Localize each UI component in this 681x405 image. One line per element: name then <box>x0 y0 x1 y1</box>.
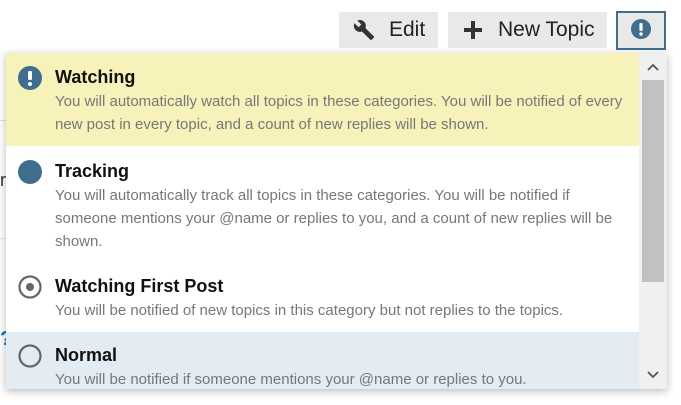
plus-icon <box>462 19 484 41</box>
option-description: You will be notified of new topics in th… <box>55 302 564 319</box>
empty-circle-icon <box>18 344 42 368</box>
option-watching[interactable]: Watching You will automatically watch al… <box>6 53 639 146</box>
option-watching-first-post[interactable]: Watching First Post You will be notified… <box>6 261 639 332</box>
option-title: Tracking <box>55 161 130 181</box>
option-tracking[interactable]: Tracking You will automatically track al… <box>6 146 639 261</box>
notification-options-list: Watching You will automatically watch al… <box>6 53 639 389</box>
dot-circle-icon <box>18 275 42 299</box>
option-title: Watching <box>55 67 136 87</box>
option-normal[interactable]: Normal You will be notified if someone m… <box>6 332 639 389</box>
dropdown-scrollbar[interactable] <box>639 53 667 389</box>
scroll-up-arrow-icon[interactable] <box>639 55 667 79</box>
exclamation-circle-icon <box>18 66 42 90</box>
option-description: You will be notified if someone mentions… <box>55 371 527 388</box>
scroll-down-arrow-icon[interactable] <box>639 363 667 387</box>
new-topic-button[interactable]: New Topic <box>448 12 607 48</box>
option-title: Watching First Post <box>55 276 224 296</box>
edit-button[interactable]: Edit <box>339 12 438 48</box>
new-topic-button-label: New Topic <box>498 18 595 41</box>
notification-level-button[interactable] <box>616 11 666 50</box>
option-description: You will automatically watch all topics … <box>55 93 623 133</box>
wrench-icon <box>353 19 375 41</box>
scrollbar-thumb[interactable] <box>642 80 664 282</box>
filled-circle-icon <box>18 160 42 184</box>
notification-level-dropdown: Watching You will automatically watch al… <box>6 53 667 389</box>
option-description: You will automatically track all topics … <box>55 187 613 250</box>
option-title: Normal <box>55 345 118 365</box>
edit-button-label: Edit <box>389 18 426 41</box>
exclamation-circle-icon <box>631 19 651 42</box>
